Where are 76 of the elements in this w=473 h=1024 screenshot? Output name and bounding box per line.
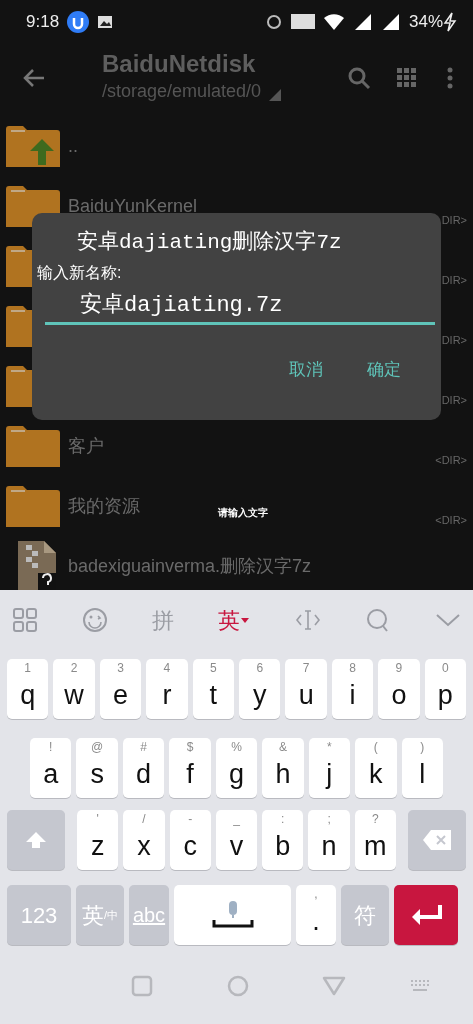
toast-message: 请输入文字 bbox=[218, 506, 268, 520]
folder-icon bbox=[6, 244, 32, 288]
return-arrow-icon bbox=[410, 903, 442, 927]
key[interactable]: ' z bbox=[77, 810, 119, 870]
file-type-label: DIR> bbox=[441, 332, 467, 348]
key[interactable]: - c bbox=[169, 810, 211, 870]
enter-key[interactable] bbox=[394, 885, 458, 945]
status-time: 9:18 bbox=[26, 11, 60, 34]
more-options-icon[interactable] bbox=[447, 67, 453, 89]
key[interactable]: ? m bbox=[354, 810, 396, 870]
text-cursor-icon[interactable] bbox=[294, 607, 321, 633]
charging-icon bbox=[443, 12, 457, 32]
confirm-button[interactable]: 确定 bbox=[353, 352, 415, 386]
keyboard-icon[interactable] bbox=[410, 979, 432, 993]
file-name[interactable]: 我的资源 bbox=[68, 492, 140, 520]
key[interactable]: 6 y bbox=[239, 659, 281, 719]
file-name[interactable]: 客户 bbox=[68, 432, 104, 460]
key[interactable]: 5 t bbox=[192, 659, 235, 719]
key[interactable]: ; n bbox=[308, 810, 350, 870]
space-key[interactable] bbox=[174, 885, 291, 945]
key[interactable]: ) l bbox=[401, 738, 443, 798]
shift-key[interactable] bbox=[7, 810, 65, 870]
key[interactable]: & h bbox=[262, 738, 304, 798]
file-type-label: DIR> bbox=[441, 272, 467, 288]
key[interactable]: % g bbox=[215, 738, 258, 798]
key[interactable]: _ v bbox=[215, 810, 258, 870]
key[interactable]: 2 w bbox=[53, 659, 95, 719]
key[interactable]: 3 e bbox=[99, 659, 142, 719]
folder-icon bbox=[6, 484, 60, 528]
key[interactable]: 9 o bbox=[378, 659, 420, 719]
search-icon[interactable] bbox=[364, 607, 391, 633]
caret-icon bbox=[240, 616, 251, 624]
folder-icon bbox=[6, 424, 60, 468]
cancel-button[interactable]: 取消 bbox=[275, 352, 337, 386]
key[interactable]: 8 i bbox=[331, 659, 374, 719]
backspace-key[interactable] bbox=[407, 810, 466, 870]
apps-grid-icon[interactable] bbox=[12, 607, 38, 633]
key[interactable]: ( k bbox=[355, 738, 397, 798]
dialog-title: 安卓dajiating删除汉字7z bbox=[76, 229, 343, 256]
key[interactable]: / x bbox=[123, 810, 165, 870]
grid-view-icon[interactable] bbox=[395, 66, 419, 90]
key[interactable]: 7 u bbox=[285, 659, 327, 719]
up-folder-icon bbox=[6, 124, 60, 168]
folder-title: BaiduNetdisk bbox=[102, 51, 257, 78]
file-type-label: <DIR> bbox=[435, 512, 467, 528]
notification-app-icon bbox=[67, 11, 90, 33]
input-mode-tab[interactable]: 英 bbox=[218, 603, 251, 637]
wifi-icon bbox=[322, 12, 345, 32]
file-type-label: DIR> bbox=[441, 392, 467, 408]
search-icon[interactable] bbox=[347, 66, 371, 90]
key[interactable]: $ f bbox=[169, 738, 211, 798]
field-label: 输入新名称: bbox=[37, 262, 123, 283]
dropdown-corner-icon[interactable] bbox=[269, 88, 282, 101]
folder-icon bbox=[6, 304, 32, 348]
key[interactable]: @ s bbox=[76, 738, 118, 798]
emoji-icon[interactable] bbox=[82, 607, 109, 633]
microphone-space-icon bbox=[211, 900, 254, 930]
key[interactable]: : b bbox=[262, 810, 304, 870]
image-icon bbox=[97, 14, 114, 30]
folder-path: /storage/emulated/0 bbox=[102, 79, 262, 103]
name-input-field[interactable]: 安卓dajiating.7z bbox=[45, 288, 435, 325]
file-type-label: DIR> bbox=[441, 212, 467, 228]
key[interactable]: 4 r bbox=[146, 659, 188, 719]
recent-apps-icon[interactable] bbox=[130, 974, 154, 998]
home-icon[interactable] bbox=[226, 974, 250, 998]
backspace-icon bbox=[421, 829, 452, 851]
folder-icon bbox=[6, 364, 32, 408]
key[interactable]: * j bbox=[308, 738, 351, 798]
key[interactable]: 0 p bbox=[424, 659, 467, 719]
key[interactable]: 1 q bbox=[7, 659, 49, 719]
key[interactable]: ! a bbox=[30, 738, 72, 798]
file-type-label: <DIR> bbox=[435, 452, 467, 468]
key[interactable]: # d bbox=[122, 738, 165, 798]
punctuation-key[interactable]: , . bbox=[296, 885, 336, 945]
battery-level: 34% bbox=[408, 11, 443, 34]
up-arrow-icon bbox=[25, 831, 47, 849]
